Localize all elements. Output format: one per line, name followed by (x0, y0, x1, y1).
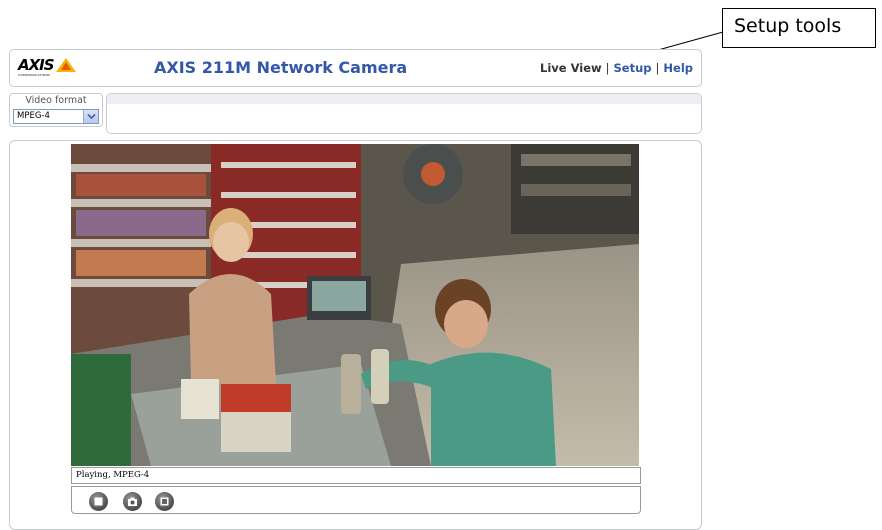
page-title: AXIS 211M Network Camera (154, 58, 408, 77)
logo-tagline: COMMUNICATIONS (18, 73, 51, 77)
video-format-panel: Video format MPEG-4 (9, 93, 103, 127)
toolbar-panel (106, 93, 702, 134)
video-format-value: MPEG-4 (17, 111, 50, 121)
top-nav: Live View | Setup | Help (540, 61, 693, 75)
nav-setup-link[interactable]: Setup (614, 61, 652, 75)
logo-triangle-icon (56, 58, 76, 72)
player-status-text: Playing, MPEG-4 (76, 470, 150, 480)
nav-help-link[interactable]: Help (663, 61, 693, 75)
player-status-bar: Playing, MPEG-4 (71, 467, 641, 484)
chevron-down-icon (87, 113, 96, 120)
stop-button[interactable] (89, 492, 108, 511)
snapshot-button[interactable] (123, 492, 142, 511)
store-scene-image (71, 144, 639, 466)
video-format-label: Video format (25, 95, 87, 106)
logo-text: AXIS (18, 56, 55, 74)
video-format-select[interactable]: MPEG-4 (13, 109, 99, 124)
dropdown-arrow[interactable] (83, 110, 98, 123)
nav-live-view-link[interactable]: Live View (540, 61, 602, 75)
toolbar-panel-header (107, 94, 701, 104)
nav-separator: | (605, 61, 610, 75)
nav-separator: | (655, 61, 660, 75)
live-video-image[interactable] (71, 144, 639, 466)
axis-logo[interactable]: AXIS COMMUNICATIONS (18, 57, 76, 81)
header-bar: AXIS COMMUNICATIONS AXIS 211M Network Ca… (9, 49, 702, 87)
callout-label: Setup tools (734, 15, 842, 37)
view-full-screen-icon (160, 497, 169, 506)
callout-setup-tools: Setup tools (722, 8, 876, 48)
snapshot-camera-icon (128, 497, 137, 506)
stop-icon (94, 497, 103, 506)
player-controls-bar (71, 486, 641, 514)
full-screen-button[interactable] (155, 492, 174, 511)
